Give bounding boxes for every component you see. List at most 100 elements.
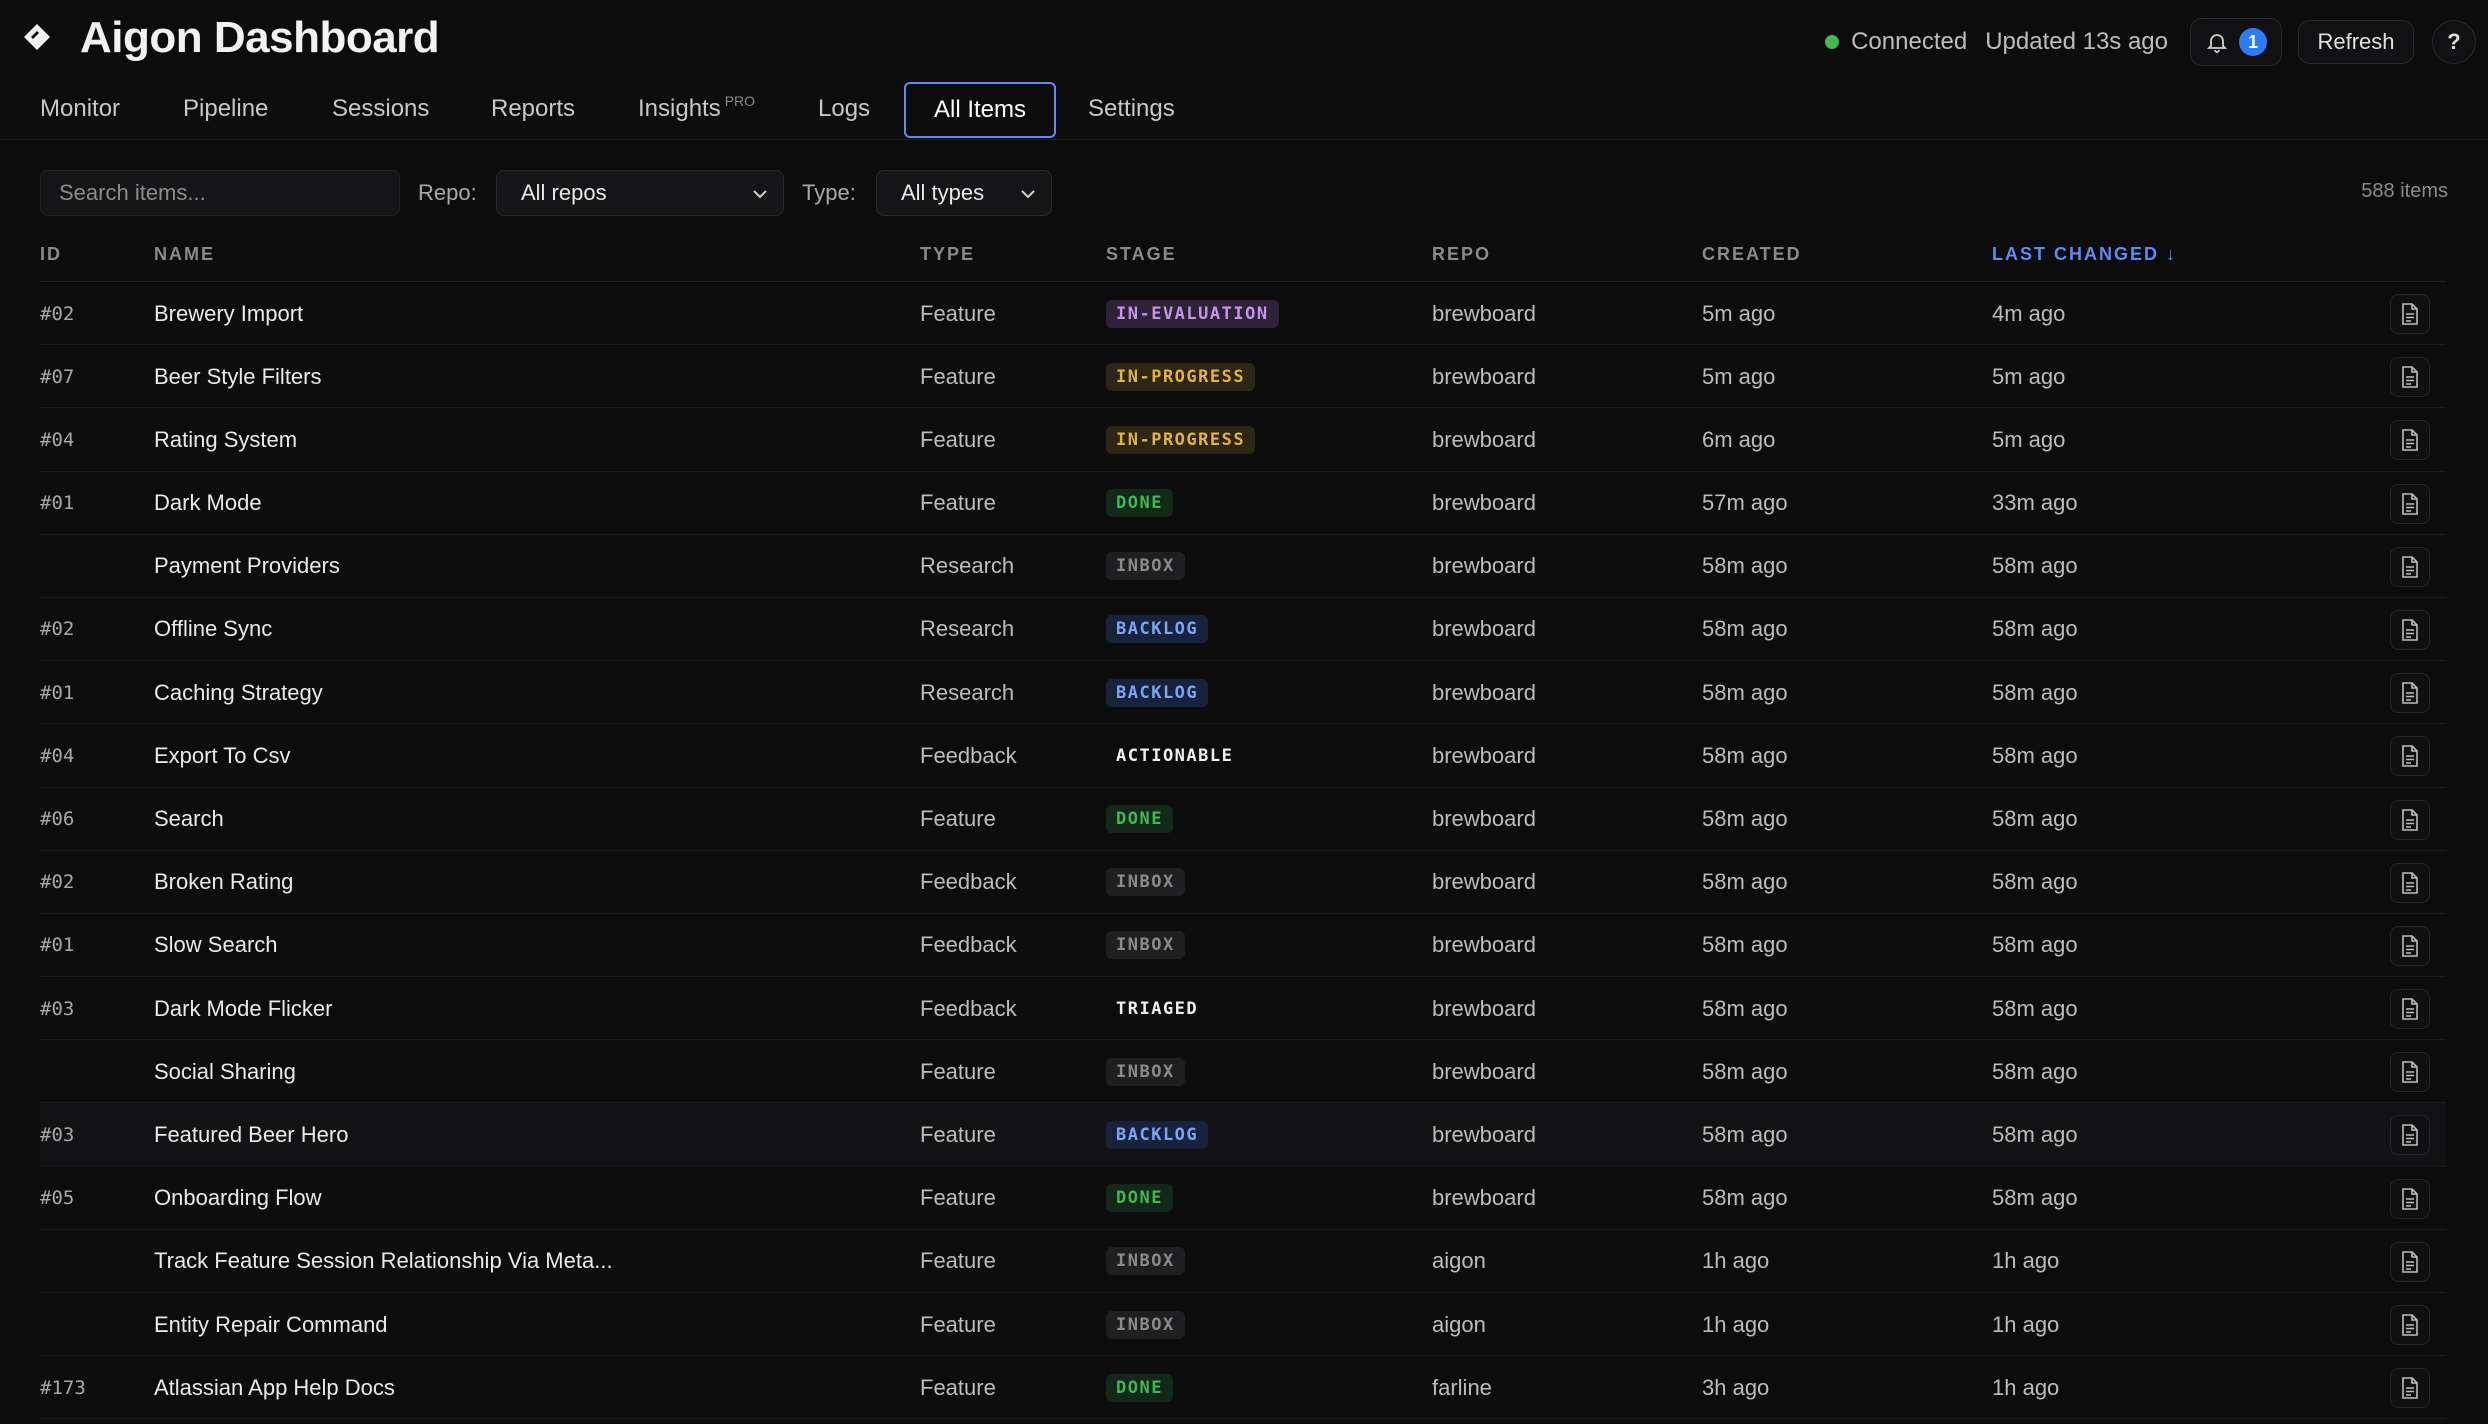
tab-reports[interactable]: Reports	[463, 80, 603, 138]
table-row[interactable]: Payment Providers Research INBOX brewboard 5…	[40, 535, 2446, 598]
item-repo: farline	[1432, 1374, 1492, 1400]
table-row[interactable]: #02 Broken Rating Feedback INBOX brewboard 58…	[40, 851, 2446, 914]
open-document-button[interactable]	[2390, 357, 2430, 398]
table-row[interactable]: #173 Atlassian App Help Docs Feature DONE fa…	[40, 1356, 2446, 1420]
item-last-changed: 58m ago	[1992, 1185, 2078, 1211]
table-row[interactable]: #01 Dark Mode Feature DONE brewboard 57m ago 3…	[40, 472, 2446, 535]
item-name[interactable]: Caching Strategy	[154, 661, 323, 724]
search-input[interactable]	[40, 170, 400, 216]
open-document-button[interactable]	[2390, 673, 2430, 714]
tab-logs[interactable]: Logs	[790, 80, 898, 138]
item-name[interactable]: Rating System	[154, 408, 297, 471]
type-select[interactable]: All types	[876, 170, 1052, 216]
item-type: Feature	[920, 426, 996, 452]
open-document-button[interactable]	[2390, 1115, 2430, 1156]
item-name[interactable]: Track Feature Session Relationship Via M…	[154, 1230, 613, 1293]
item-id: #02	[40, 871, 75, 894]
table-row[interactable]: Entity Repair Command Feature INBOX aigon 1h…	[40, 1293, 2446, 1357]
open-document-button[interactable]	[2390, 1178, 2430, 1219]
tab-label: Insights	[638, 95, 721, 122]
item-name[interactable]: Offline Sync	[154, 598, 272, 661]
item-name[interactable]: Social Sharing	[154, 1040, 296, 1103]
item-id: #03	[40, 997, 75, 1020]
item-name[interactable]: Slow Search	[154, 914, 278, 977]
table-row[interactable]: Track Feature Session Relationship Via M…	[40, 1230, 2446, 1293]
item-name[interactable]: Broken Rating	[154, 851, 293, 914]
tab-label: Sessions	[332, 95, 430, 122]
open-document-button[interactable]	[2390, 420, 2430, 461]
column-header-name[interactable]: NAME	[154, 244, 215, 265]
table-row[interactable]: #04 Rating System Feature IN-PROGRESS brewbo…	[40, 408, 2446, 472]
column-header-type[interactable]: TYPE	[920, 244, 975, 265]
table-row[interactable]: #01 Slow Search Feedback INBOX brewboard 58m …	[40, 914, 2446, 978]
stage-cell: INBOX	[1106, 851, 1185, 914]
item-name[interactable]: Featured Beer Hero	[154, 1103, 348, 1166]
table-row[interactable]: #01 Caching Strategy Research BACKLOG brewbo…	[40, 661, 2446, 725]
item-name[interactable]: Onboarding Flow	[154, 1167, 322, 1230]
item-name[interactable]: Dark Mode	[154, 472, 262, 535]
open-document-button[interactable]	[2390, 483, 2430, 524]
item-created: 58m ago	[1702, 995, 1788, 1021]
item-name[interactable]: Beer Style Filters	[154, 345, 322, 408]
item-type: Feature	[920, 490, 996, 516]
table-row[interactable]: #07 Beer Style Filters Feature IN-PROGRESS b…	[40, 345, 2446, 409]
item-name[interactable]: Payment Providers	[154, 535, 340, 598]
item-id: #01	[40, 681, 75, 704]
open-document-button[interactable]	[2390, 1241, 2430, 1282]
tab-settings[interactable]: Settings	[1060, 80, 1203, 138]
item-name[interactable]: Dark Mode Flicker	[154, 977, 332, 1040]
table-row[interactable]: Social Sharing Feature INBOX brewboard 58m a…	[40, 1040, 2446, 1104]
tab-sessions[interactable]: Sessions	[304, 80, 457, 138]
open-document-button[interactable]	[2390, 989, 2430, 1030]
open-document-button[interactable]	[2390, 609, 2430, 650]
open-document-button[interactable]	[2390, 925, 2430, 966]
column-header-id[interactable]: ID	[40, 244, 62, 265]
column-header-stage[interactable]: STAGE	[1106, 244, 1177, 265]
table-row[interactable]: #03 Dark Mode Flicker Feedback TRIAGED brewb…	[40, 977, 2446, 1041]
notifications-button[interactable]: 1	[2190, 18, 2282, 66]
item-name[interactable]: Search	[154, 788, 224, 851]
tab-monitor[interactable]: Monitor	[12, 80, 148, 138]
table-row[interactable]: #02 Brewery Import Feature IN-EVALUATION bre…	[40, 282, 2446, 346]
open-document-button[interactable]	[2390, 1368, 2430, 1409]
item-last-changed: 58m ago	[1992, 1058, 2078, 1084]
item-name[interactable]: Brewery Import	[154, 282, 303, 345]
open-document-button[interactable]	[2390, 1052, 2430, 1093]
item-repo: brewboard	[1432, 363, 1536, 389]
item-name[interactable]: Atlassian App Help Docs	[154, 1356, 395, 1419]
refresh-button[interactable]: Refresh	[2298, 20, 2414, 64]
open-document-button[interactable]	[2390, 862, 2430, 903]
document-icon	[2402, 1377, 2418, 1399]
item-id: #03	[40, 1123, 75, 1146]
open-document-button[interactable]	[2390, 546, 2430, 587]
stage-badge: ACTIONABLE	[1116, 745, 1234, 766]
column-header-repo[interactable]: REPO	[1432, 244, 1491, 265]
table-row[interactable]: #03 Featured Beer Hero Feature BACKLOG brewb…	[40, 1103, 2446, 1167]
item-last-changed: 58m ago	[1992, 806, 2078, 831]
tab-label: Settings	[1088, 95, 1175, 122]
item-type: Feedback	[920, 995, 1017, 1021]
open-document-button[interactable]	[2390, 799, 2430, 840]
item-created: 58m ago	[1702, 1058, 1788, 1084]
tab-pipeline[interactable]: Pipeline	[155, 80, 296, 138]
open-document-button[interactable]	[2390, 736, 2430, 777]
column-header-created[interactable]: CREATED	[1702, 244, 1802, 265]
help-button[interactable]: ?	[2432, 20, 2476, 64]
item-name[interactable]: Entity Repair Command	[154, 1293, 388, 1356]
tab-insights[interactable]: Insights PRO	[610, 80, 783, 138]
open-document-button[interactable]	[2390, 1305, 2430, 1345]
item-type: Feature	[920, 300, 996, 326]
open-document-button[interactable]	[2390, 294, 2430, 334]
table-row[interactable]: #02 Offline Sync Research BACKLOG brewboard 5…	[40, 598, 2446, 662]
table-row[interactable]: #04 Export To Csv Feedback ACTIONABLE brewbo…	[40, 724, 2446, 788]
stage-badge: IN-PROGRESS	[1106, 362, 1256, 391]
stage-cell: BACKLOG	[1106, 1103, 1209, 1166]
stage-badge: INBOX	[1106, 868, 1185, 897]
item-name[interactable]: Export To Csv	[154, 724, 291, 787]
tab-all-items[interactable]: All Items	[904, 82, 1057, 138]
column-header-last-changed[interactable]: LAST CHANGED ↓	[1992, 244, 2177, 265]
repo-select[interactable]: All repos	[496, 170, 784, 216]
item-id: #02	[40, 302, 75, 325]
table-row[interactable]: #05 Onboarding Flow Feature DONE brewboard 58…	[40, 1167, 2446, 1230]
table-row[interactable]: #06 Search Feature DONE brewboard 58m ago 58m …	[40, 788, 2446, 851]
